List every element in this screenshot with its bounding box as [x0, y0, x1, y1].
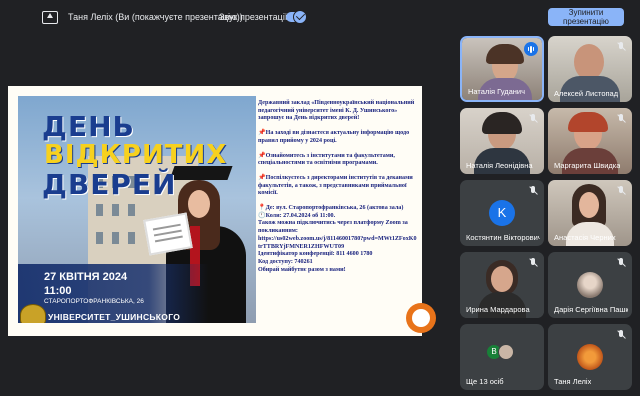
diploma-image [143, 212, 193, 256]
participant-name: Алексей Листопад [554, 89, 619, 98]
slide-line: 📍Де: вул. Старопортофранківська, 26 (акт… [258, 205, 404, 212]
mic-off-icon [615, 329, 627, 341]
poster-title-2: ВІДКРИТИХ [44, 140, 228, 170]
more-participants-tile[interactable]: В Ще 13 осіб [460, 324, 544, 390]
mic-off-icon [527, 185, 539, 197]
check-icon [293, 10, 307, 24]
participant-name: Маргарита Швидка [554, 161, 621, 170]
poster-title-3: ДВЕРЕЙ [42, 168, 177, 201]
poster-title-1: ДЕНЬ [42, 110, 135, 143]
participant-tile[interactable]: Наталія Гуданич [460, 36, 544, 102]
mic-off-icon [615, 185, 627, 197]
event-poster: ДЕНЬ ВІДКРИТИХ ДВЕРЕЙ 27 КВІТНЯ 2024 11:… [18, 96, 256, 323]
poster-university: УНІВЕРСИТЕТ_УШИНСЬКОГО [48, 312, 181, 322]
participant-name: Анастасія Черних [554, 233, 616, 242]
mic-off-icon [527, 113, 539, 125]
slide-paragraph: Державний заклад «Південноукраїнський на… [258, 100, 415, 122]
participant-tile[interactable]: K Костянтин Вікторович [460, 180, 544, 246]
slide-paragraph: 📌Ознайомитесь з інститутами та факультет… [258, 152, 395, 167]
presenter-text: Таня Леліх (Ви (покажчуєте презентацію)) [68, 12, 243, 22]
avatar [577, 344, 603, 370]
slide-paragraph: 📌На заході ви дізнаєтеся актуальну інфор… [258, 130, 410, 144]
slide-line: Ідентифікатор конференції: 811 4600 1780 [258, 251, 373, 258]
poster-date: 27 КВІТНЯ 2024 [44, 271, 128, 283]
speaking-indicator-icon [524, 42, 538, 56]
mic-off-icon [527, 257, 539, 269]
participant-tile[interactable]: Дарія Сергіївна Пашко [548, 252, 632, 318]
mic-off-icon [615, 41, 627, 53]
slide-line: Також можна підключитись через платформу… [258, 220, 408, 235]
slide-paragraph: 📌Поспілкуєтесь з директорами інститутів … [258, 174, 413, 197]
participant-name: Ирина Мардарова [466, 305, 530, 314]
slide-line: https://us02web.zoom.us/j/81146001780?pw… [258, 235, 417, 250]
poster-time: 11:00 [44, 285, 72, 297]
university-emblem-logo [20, 304, 46, 323]
participant-name: Дарія Сергіївна Пашко [554, 305, 628, 314]
mic-off-icon [615, 257, 627, 269]
pedagogical-logo [406, 303, 436, 333]
mic-off-icon [615, 113, 627, 125]
participant-tile[interactable]: Анастасія Черних [548, 180, 632, 246]
present-screen-icon [42, 10, 58, 24]
avatar [577, 272, 603, 298]
participant-name: Наталія Гуданич [468, 87, 525, 96]
participant-tile[interactable]: Алексей Листопад [548, 36, 632, 102]
presented-slide: ДЕНЬ ВІДКРИТИХ ДВЕРЕЙ 27 КВІТНЯ 2024 11:… [8, 86, 422, 336]
poster-address: СТАРОПОРТОФРАНКІВСЬКА, 26 [44, 298, 144, 305]
participant-name: Костянтин Вікторович [466, 233, 540, 242]
slide-line: Код доступу: 740261 [258, 258, 313, 265]
meeting-window: Таня Леліх (Ви (покажчуєте презентацію))… [0, 0, 640, 396]
avatar: K [489, 200, 515, 226]
avatar [498, 344, 514, 360]
participant-tile[interactable]: Таня Леліх [548, 324, 632, 390]
participant-name: Таня Леліх [554, 377, 592, 386]
presentation-audio-label: Звук презентації [219, 12, 288, 22]
presentation-bar: Таня Леліх (Ви (покажчуєте презентацію))… [0, 0, 640, 34]
participant-tile[interactable]: Маргарита Швидка [548, 108, 632, 174]
slide-body-text: Державний заклад «Південноукраїнський на… [258, 100, 418, 274]
participant-name: Наталія Леонідівна [466, 161, 533, 170]
stop-presenting-button[interactable]: Зупинити презентацію [548, 8, 624, 26]
slide-line: Обирай майбутнє разом з нами! [258, 266, 346, 273]
participant-tile[interactable]: Наталія Леонідівна [460, 108, 544, 174]
presentation-audio-toggle[interactable] [286, 10, 307, 24]
participant-name: Ще 13 осіб [466, 377, 504, 386]
participant-tile[interactable]: Ирина Мардарова [460, 252, 544, 318]
